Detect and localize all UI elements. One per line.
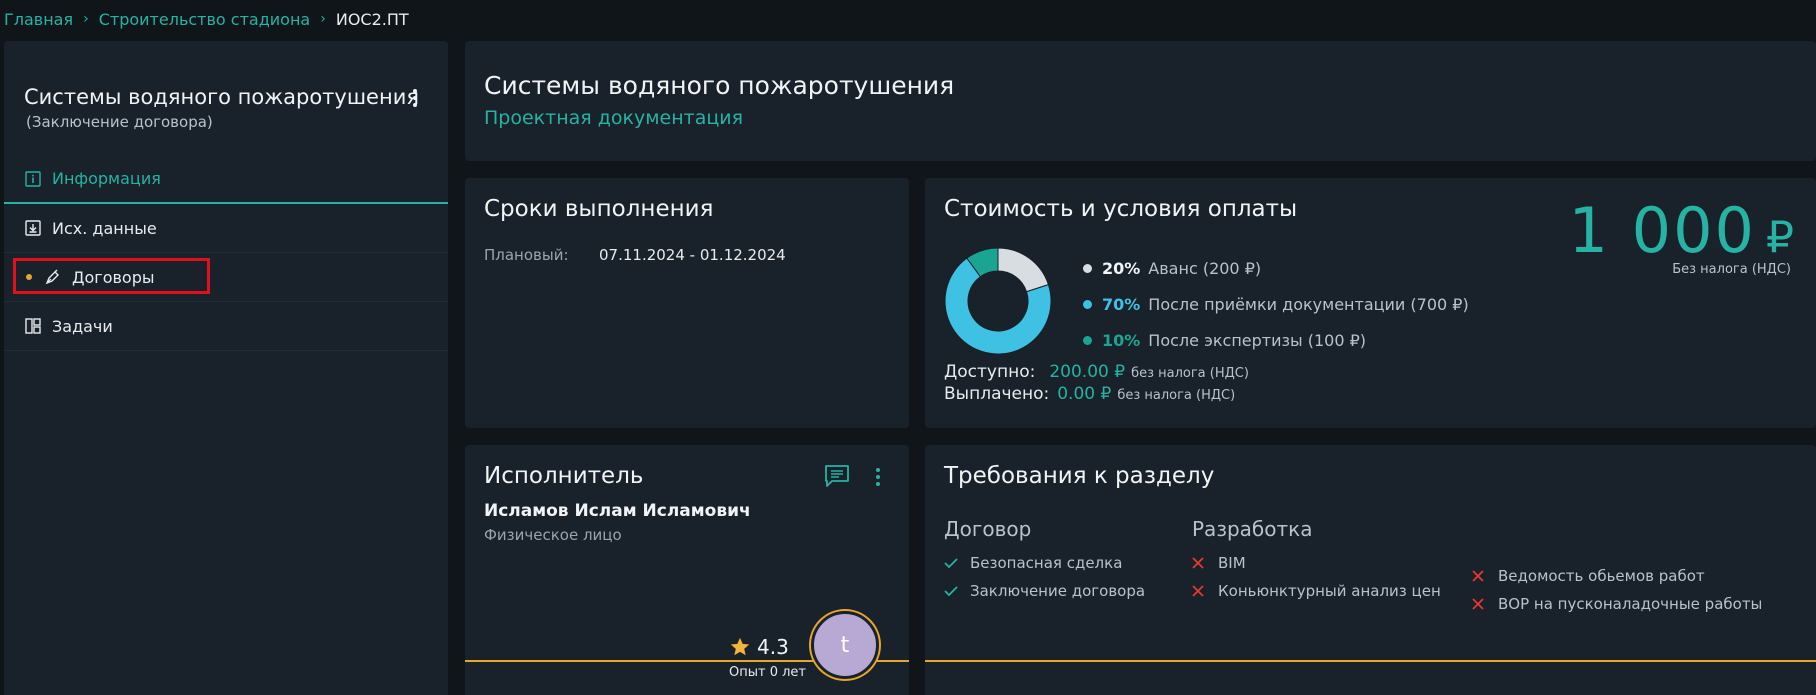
sidebar-item-info[interactable]: Информация [4,155,448,204]
star-icon [730,637,750,656]
executor-experience: Опыт 0 лет [729,665,806,680]
column-title: Договор [944,517,1032,541]
available-row: Доступно: 200.00 ₽ без налога (НДС) [944,362,1249,382]
chevron-right-icon: › [320,11,326,27]
executor-name: Исламов Ислам Исламович [484,501,751,521]
sidebar-item-tasks[interactable]: Задачи [4,302,448,351]
requirement-label: Ведомость обьемов работ [1498,567,1705,585]
notification-dot [26,274,32,280]
header-card: Системы водяного пожаротушения Проектная… [465,41,1816,161]
executor-card: Исполнитель Исламов Ислам Исламович Физи… [465,445,909,695]
deadline-card: Сроки выполнения Плановый: 07.11.2024 - … [465,178,909,428]
paid-label: Выплачено: [944,384,1050,404]
pen-icon [44,268,62,286]
requirement-label: BIM [1218,554,1246,572]
total-value: 1 000 [1568,194,1756,267]
chevron-right-icon: › [83,11,89,27]
donut-slice [997,247,1050,293]
requirement-item: Безопасная сделка [944,549,1145,577]
payment-percent: 20% [1102,258,1141,278]
breadcrumb-home[interactable]: Главная [4,10,73,29]
available-value: 200.00 ₽ [1049,362,1126,382]
cost-card: Стоимость и условия оплаты 20% Аванс (20… [925,178,1816,428]
payment-list: 20% Аванс (200 ₽) 70% После приёмки доку… [1083,250,1469,358]
executor-type: Физическое лицо [484,526,622,544]
avatar[interactable]: t [811,611,879,679]
requirement-label: Коньюнктурный анализ цен [1218,582,1441,600]
breadcrumb-project[interactable]: Строительство стадиона [99,10,311,29]
breadcrumb-current: ИОС2.ПТ [335,9,409,29]
close-icon [1472,570,1488,582]
cost-title: Стоимость и условия оплаты [944,196,1298,222]
requirement-item: Коньюнктурный анализ цен [1192,577,1441,605]
requirement-label: ВОР на пусконаладочные работы [1498,595,1763,613]
requirements-column-development: Разработка BIM Коньюнктурный анализ цен [1192,517,1441,605]
payment-donut-chart [944,247,1052,355]
avatar-letter: t [840,632,850,658]
paid-row: Выплачено: 0.00 ₽ без налога (НДС) [944,384,1235,404]
requirement-item: Заключение договора [944,577,1145,605]
requirement-item: ВОР на пусконаладочные работы [1472,590,1762,618]
sidebar-item-label: Договоры [72,267,155,287]
bullet-icon [1083,299,1092,309]
available-label: Доступно: [944,362,1036,382]
sidebar-item-label: Информация [52,169,161,188]
sidebar-item-label: Исх. данные [52,218,157,238]
requirements-column-contract: Договор Безопасная сделка Заключение дог… [944,517,1145,605]
payment-row: 70% После приёмки документации (700 ₽) [1083,286,1469,322]
executor-title: Исполнитель [484,463,644,489]
page-title: Системы водяного пожаротушения [484,71,955,100]
sidebar-item-source-data[interactable]: Исх. данные [4,204,448,253]
requirement-item: Ведомость обьемов работ [1472,562,1762,590]
tax-note: без налога (НДС) [1117,388,1236,403]
sidebar-menu: Информация Исх. данные Договоры Задачи [4,155,448,351]
paid-value: 0.00 ₽ [1057,384,1112,404]
tax-note: без налога (НДС) [1131,366,1249,381]
payment-desc: После приёмки документации (700 ₽) [1148,294,1469,314]
check-icon [944,557,960,569]
executor-rating: 4.3 [729,635,789,659]
close-icon [1192,585,1208,597]
payment-row: 10% После экспертизы (100 ₽) [1083,322,1469,358]
planned-label: Плановый: [484,246,569,264]
total-tax-note: Без налога (НДС) [1672,262,1791,277]
payment-desc: После экспертизы (100 ₽) [1148,330,1367,350]
deadline-title: Сроки выполнения [484,196,714,222]
close-icon [1192,557,1208,569]
rating-value: 4.3 [757,635,789,659]
info-icon [24,170,42,188]
bullet-icon [1083,263,1092,273]
total-amount: 1 000 ₽ [1569,194,1797,267]
requirements-card: Требования к разделу Договор Безопасная … [925,445,1816,695]
chat-icon[interactable] [824,464,850,492]
breadcrumb: Главная › Строительство стадиона › ИОС2.… [4,8,409,30]
more-vertical-icon[interactable] [410,87,420,109]
sidebar-subtitle: (Заключение договора) [26,113,213,131]
more-vertical-icon[interactable] [873,466,883,488]
layout-icon [24,317,42,335]
currency-symbol: ₽ [1766,212,1796,263]
payment-percent: 70% [1102,294,1141,314]
sidebar-item-label: Задачи [52,316,113,336]
sidebar: Системы водяного пожаротушения (Заключен… [4,41,448,695]
payment-desc: Аванс (200 ₽) [1148,258,1262,278]
page-subtitle: Проектная документация [484,107,744,129]
requirements-column-extra: Ведомость обьемов работ ВОР на пусконала… [1472,562,1762,618]
requirement-label: Заключение договора [970,582,1146,600]
column-title: Разработка [1192,517,1313,541]
bullet-icon [1083,335,1092,345]
check-icon [944,585,960,597]
divider [925,660,1816,662]
payment-row: 20% Аванс (200 ₽) [1083,250,1469,286]
close-icon [1472,598,1488,610]
requirements-title: Требования к разделу [944,463,1215,489]
requirement-item: BIM [1192,549,1441,577]
payment-percent: 10% [1102,330,1141,350]
requirement-label: Безопасная сделка [970,554,1123,572]
sidebar-item-contracts[interactable]: Договоры [4,253,448,302]
sidebar-title: Системы водяного пожаротушения [24,85,419,109]
download-icon [24,219,42,237]
planned-value: 07.11.2024 - 01.12.2024 [599,246,786,264]
